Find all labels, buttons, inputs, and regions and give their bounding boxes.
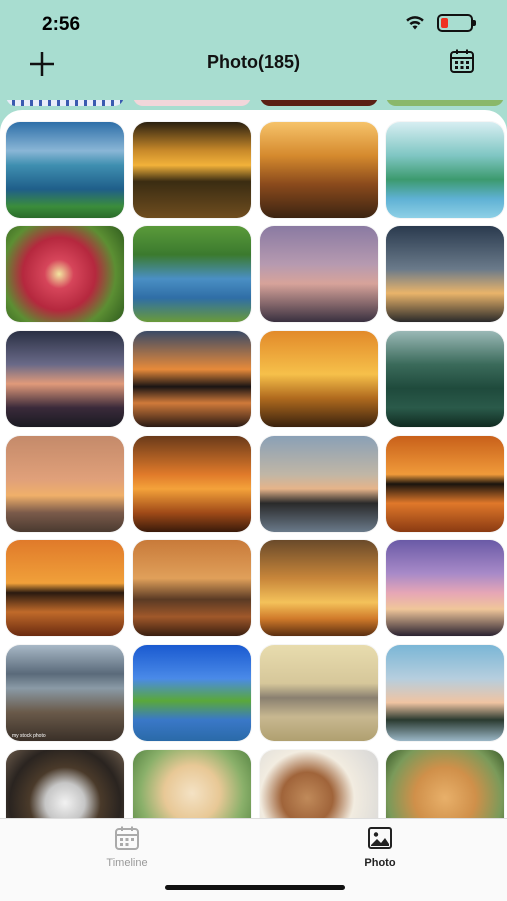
tab-timeline[interactable]: Timeline bbox=[57, 825, 197, 869]
photo-thumbnail-grass-sun-orange[interactable] bbox=[260, 540, 378, 636]
photo-thumbnail-grass-silhouette-dusk[interactable] bbox=[260, 226, 378, 322]
image-icon bbox=[368, 827, 392, 849]
photo-thumbnail-husky-dog[interactable] bbox=[6, 750, 124, 818]
tab-photo-label: Photo bbox=[364, 857, 396, 869]
photo-thumbnail-grass-silhouette-sunrise[interactable] bbox=[386, 226, 504, 322]
home-indicator bbox=[165, 885, 345, 890]
photo-thumbnail-acacia-sunset[interactable] bbox=[133, 331, 251, 427]
photo-thumbnail-bare-trees-sunset[interactable] bbox=[133, 540, 251, 636]
status-bar: 2:56 bbox=[0, 0, 507, 48]
battery-icon bbox=[437, 14, 476, 32]
photo-thumbnail-waterfall-valley[interactable] bbox=[386, 331, 504, 427]
photo-thumbnail-tree-island-dusk[interactable] bbox=[260, 436, 378, 532]
photo-thumbnail-mountain-lake-rocks[interactable]: my stock photo bbox=[6, 645, 124, 741]
photo-thumbnail-trees-orange-lake[interactable] bbox=[133, 436, 251, 532]
photo-thumbnail-palm-purple-sky[interactable] bbox=[386, 540, 504, 636]
photo-thumbnail-karst-mountains[interactable] bbox=[386, 122, 504, 218]
photo-thumbnail-tree-orange-reflection[interactable] bbox=[386, 436, 504, 532]
page-title: Photo(185) bbox=[206, 52, 300, 72]
status-time: 2:56 bbox=[42, 14, 81, 35]
photo-grid[interactable]: my stock photo bbox=[0, 100, 507, 818]
photo-thumbnail-river-bridge[interactable] bbox=[133, 226, 251, 322]
photo-thumbnail-house-lake-blue-sky[interactable] bbox=[133, 645, 251, 741]
photo-thumbnail-lab-puppy[interactable] bbox=[133, 750, 251, 818]
status-icons bbox=[405, 14, 476, 32]
tab-photo[interactable]: Photo bbox=[310, 825, 450, 869]
partial-top-row bbox=[0, 100, 507, 110]
calendar-icon bbox=[450, 49, 474, 73]
photo-thumbnail-lake-reflection-dusk[interactable] bbox=[6, 331, 124, 427]
photo-thumbnail-old-suv[interactable] bbox=[260, 645, 378, 741]
nav-bar: Photo(185) bbox=[0, 48, 507, 100]
watermark-text: my stock photo bbox=[12, 733, 46, 739]
photo-thumbnail-lake-village[interactable] bbox=[6, 122, 124, 218]
wifi-icon bbox=[406, 16, 424, 30]
photo-thumbnail-beagle-dog[interactable] bbox=[260, 750, 378, 818]
photo-thumbnail-lake-sunset-calm[interactable] bbox=[386, 645, 504, 741]
tab-timeline-label: Timeline bbox=[106, 857, 148, 869]
calendar-icon bbox=[115, 826, 139, 850]
photo-thumbnail-reeds-sunset[interactable] bbox=[6, 436, 124, 532]
photo-thumbnail-sunset-tree-lake[interactable] bbox=[133, 122, 251, 218]
photo-thumbnail-hands-sun[interactable] bbox=[260, 331, 378, 427]
photo-thumbnail-forest-sunrays[interactable] bbox=[260, 122, 378, 218]
calendar-button[interactable] bbox=[449, 48, 475, 74]
photo-thumbnail-golden-retriever[interactable] bbox=[386, 750, 504, 818]
photo-thumbnail-dahlia-flower[interactable] bbox=[6, 226, 124, 322]
photo-thumbnail-pier-trees-sunset[interactable] bbox=[6, 540, 124, 636]
